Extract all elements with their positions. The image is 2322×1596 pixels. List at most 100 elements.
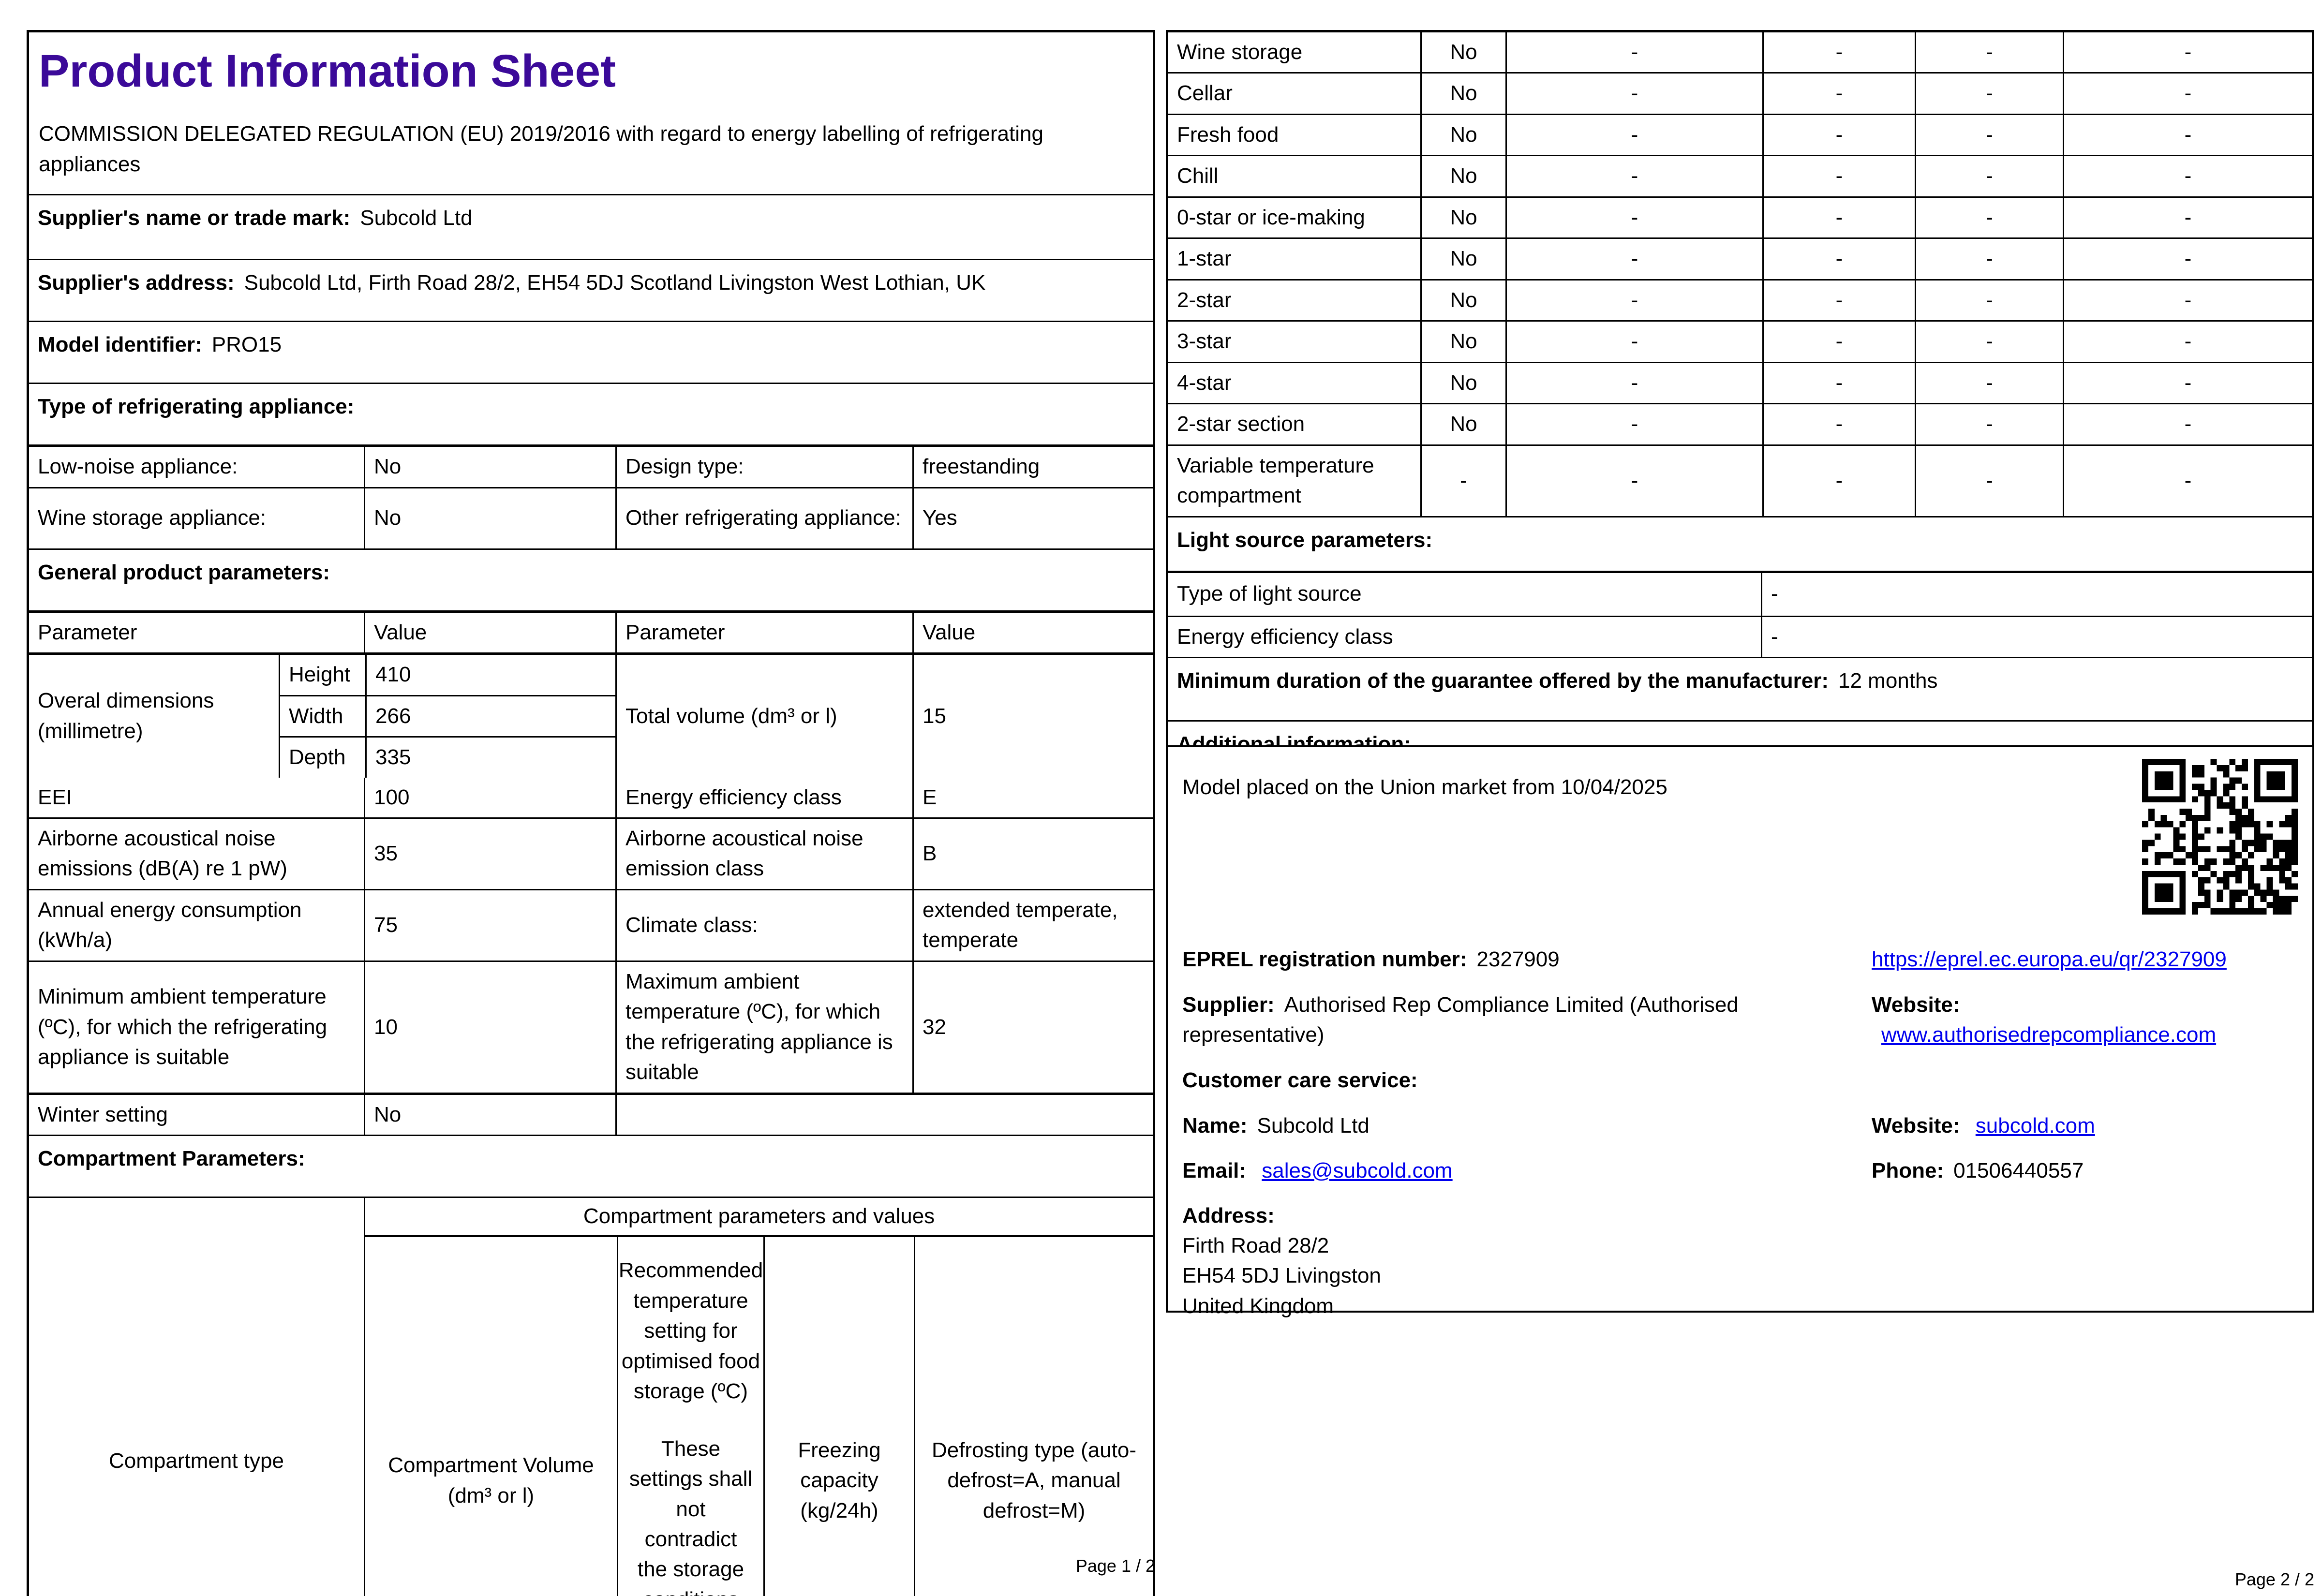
dimension-row: Depth 335	[280, 736, 615, 778]
compartment-value: -	[1762, 115, 1915, 155]
compartment-present: No	[1420, 239, 1505, 279]
param-value: B	[912, 819, 1153, 889]
supplier-name-row: Supplier's name or trade mark: Subcold Lt…	[29, 194, 1153, 259]
eprel-link[interactable]: https://eprel.ec.europa.eu/qr/2327909	[1872, 947, 2227, 971]
compartment-params-header: Compartment parameters and values Compar…	[364, 1198, 1153, 1596]
page-1: Product Information Sheet COMMISSION DEL…	[27, 30, 1155, 1596]
value-header: Value	[364, 612, 615, 653]
compartment-row: Wine storage No - - - -	[1168, 32, 2312, 73]
general-heading: General product parameters:	[38, 560, 330, 584]
compartment-value: -	[1505, 280, 1762, 321]
dimensions-label: Overal dimensions (millimetre)	[38, 689, 214, 743]
compartment-label: 1-star	[1177, 247, 1232, 271]
compartment-value: -	[1915, 115, 2063, 155]
compartment-value: -	[2063, 32, 2312, 73]
website1-label: Website:	[1872, 993, 1960, 1017]
wine-storage-row: Wine storage appliance: No Other refrige…	[29, 487, 1153, 548]
param-label: Airborne acoustical noise emissions (dB(…	[38, 827, 287, 881]
compartment-label: 0-star or ice-making	[1177, 205, 1365, 229]
param-value: 75	[364, 890, 615, 961]
compartment-present: -	[1420, 445, 1505, 516]
compartment-value: -	[1915, 280, 2063, 321]
compartment-value: -	[2063, 404, 2312, 444]
page-title: Product Information Sheet	[39, 45, 616, 97]
compartment-row: 2-star No - - - -	[1168, 279, 2312, 321]
compartment-present: No	[1420, 363, 1505, 403]
param-label: EEI	[38, 785, 72, 809]
param-header-row: Parameter Value Parameter Value	[29, 610, 1153, 653]
supplier-address-value: Subcold Ltd, Firth Road 28/2, EH54 5DJ S…	[244, 271, 986, 295]
compartment-row: 2-star section No - - - -	[1168, 403, 2312, 444]
winter-setting-value: No	[364, 1094, 615, 1135]
website1-row: Website: www.authorisedrepcompliance.com	[1872, 990, 2297, 1050]
design-type-value: freestanding	[912, 447, 1153, 487]
phone-value: 01506440557	[1953, 1159, 2084, 1182]
compartment-header-row: Compartment type Compartment parameters …	[29, 1197, 1153, 1596]
website2-row: Website: subcold.com	[1872, 1111, 2297, 1141]
param-label: Airborne acoustical noise emission class	[615, 819, 912, 889]
dimension-row: Width 266	[280, 695, 615, 737]
care-name-label: Name:	[1182, 1114, 1248, 1138]
dimension-value: 335	[365, 738, 615, 778]
empty-cell	[615, 1094, 1153, 1135]
light-source-type-label: Type of light source	[1177, 582, 1362, 606]
compartment-present: No	[1420, 197, 1505, 238]
care-heading: Customer care service:	[1182, 1065, 1855, 1095]
winter-setting-row: Winter setting No	[29, 1092, 1153, 1135]
supplier-name-value: Subcold Ltd	[360, 206, 473, 230]
eprel-row: EPREL registration number: 2327909	[1182, 945, 1855, 975]
compartment-value: -	[1762, 197, 1915, 238]
compartment-value: -	[1505, 404, 1762, 444]
model-identifier-label: Model identifier:	[38, 333, 202, 357]
compartment-value: -	[2063, 322, 2312, 362]
param-label: Minimum ambient temperature (ºC), for wh…	[38, 985, 327, 1069]
compartment-present: No	[1420, 156, 1505, 196]
type-heading-row: Type of refrigerating appliance:	[29, 383, 1153, 444]
dimensions-row: Overal dimensions (millimetre) Height 410…	[29, 652, 1153, 778]
param-label: Energy efficiency class	[615, 777, 912, 817]
compartment-label: 4-star	[1177, 370, 1232, 395]
compartment-value: -	[1762, 280, 1915, 321]
dimension-value: 266	[365, 696, 615, 737]
param-value: 10	[364, 961, 615, 1093]
website1-link[interactable]: www.authorisedrepcompliance.com	[1881, 1023, 2216, 1047]
care-name-value: Subcold Ltd	[1257, 1114, 1369, 1138]
page1-footer: Page 1 / 2	[1075, 1556, 1155, 1576]
low-noise-row: Low-noise appliance: No Design type: fre…	[29, 444, 1153, 487]
compartment-value: -	[2063, 280, 2312, 321]
compartment-heading: Compartment Parameters:	[38, 1147, 305, 1171]
param-value: extended temperate, temperate	[912, 890, 1153, 961]
compartment-present: No	[1420, 322, 1505, 362]
other-appliance-label: Other refrigerating appliance:	[615, 488, 912, 548]
email-link[interactable]: sales@subcold.com	[1262, 1159, 1452, 1182]
compartment-value: -	[1915, 74, 2063, 114]
compartment-label: 2-star section	[1177, 412, 1305, 436]
compartment-present: No	[1420, 74, 1505, 114]
guarantee-label: Minimum duration of the guarantee offere…	[1177, 669, 1829, 693]
dimension-label: Height	[289, 663, 351, 687]
title-block: Product Information Sheet COMMISSION DEL…	[29, 32, 1153, 194]
compartment-value: -	[1762, 322, 1915, 362]
website2-link[interactable]: subcold.com	[1976, 1114, 2095, 1138]
param-row: EEI 100 Energy efficiency class E	[29, 777, 1153, 817]
guarantee-row: Minimum duration of the guarantee offere…	[1168, 657, 2312, 720]
type-heading: Type of refrigerating appliance:	[38, 395, 355, 419]
address-label: Address:	[1182, 1201, 1855, 1231]
address-line: EH54 5DJ Livingston	[1182, 1264, 1381, 1288]
compartment-value: -	[1762, 156, 1915, 196]
param-value: 32	[912, 961, 1153, 1093]
low-noise-value: No	[364, 447, 615, 487]
param-value: E	[912, 777, 1153, 817]
wine-storage-value: No	[364, 488, 615, 548]
design-type-label: Design type:	[615, 447, 912, 487]
phone-row: Phone: 01506440557	[1872, 1156, 2297, 1186]
param-rows: EEI 100 Energy efficiency class E Airborne a…	[29, 777, 1153, 1093]
compartment-value: -	[1762, 404, 1915, 444]
website2-label: Website:	[1872, 1114, 1960, 1138]
param-row: Annual energy consumption (kWh/a) 75 Clima…	[29, 888, 1153, 961]
dimensions-stack: Height 410 Width 266 Depth 335	[279, 655, 615, 778]
compartment-value: -	[1915, 404, 2063, 444]
compartment-label: 2-star	[1177, 288, 1232, 312]
phone-label: Phone:	[1872, 1159, 1944, 1182]
qr-code	[2142, 759, 2298, 915]
